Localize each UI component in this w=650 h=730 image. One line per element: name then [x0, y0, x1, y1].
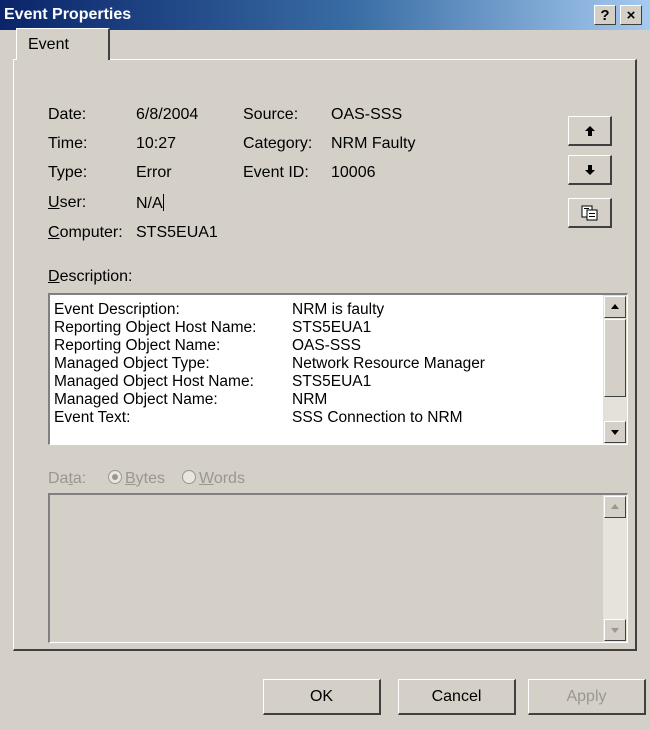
time-label: Time: [48, 135, 88, 152]
computer-label-accel: C [48, 224, 60, 241]
description-row: Managed Object Host Name: STS5EUA1 [54, 373, 371, 391]
row-value: NRM is faulty [292, 301, 385, 318]
user-label-rest: ser: [59, 194, 87, 211]
type-label: Type: [48, 164, 88, 181]
tab-event[interactable]: Event [16, 28, 110, 60]
ok-button[interactable]: OK [263, 679, 381, 715]
scroll-down-arrow-icon [611, 430, 619, 435]
user-value-text: N/A [136, 195, 163, 212]
category-label: Category: [243, 135, 313, 152]
scroll-up-arrow-icon [611, 504, 619, 509]
data-scrollbar[interactable] [603, 495, 627, 642]
computer-label-rest: omputer: [59, 224, 123, 241]
cancel-button[interactable]: Cancel [398, 679, 516, 715]
text-cursor [162, 194, 164, 211]
description-label: Description: [48, 268, 132, 286]
row-key: Reporting Object Host Name: [54, 319, 257, 336]
bytes-radio[interactable]: Bytes [108, 470, 165, 488]
user-label-accel: U [48, 194, 60, 211]
row-key: Managed Object Host Name: [54, 373, 254, 390]
description-scrollbar[interactable] [603, 295, 627, 444]
apply-button[interactable]: Apply [528, 679, 646, 715]
computer-label: Computer: [48, 224, 123, 242]
row-key: Event Text: [54, 409, 131, 426]
next-event-button[interactable] [568, 155, 612, 185]
data-label: Data: [48, 470, 86, 488]
description-textbox[interactable]: Event Description: NRM is faulty Reportin… [48, 293, 628, 445]
window-title: Event Properties [4, 6, 132, 23]
category-value: NRM Faulty [331, 135, 416, 152]
description-label-rest: escription: [59, 268, 133, 285]
help-button[interactable]: ? [594, 5, 616, 25]
row-value: Network Resource Manager [292, 355, 485, 372]
source-value: OAS-SSS [331, 106, 403, 123]
event-properties-dialog: Event Properties ? × Event Date: 6/8/200… [0, 0, 650, 730]
tab-event-label: Event [28, 36, 69, 53]
bytes-accel: B [125, 470, 136, 487]
type-value: Error [136, 164, 172, 181]
description-row: Managed Object Name: NRM [54, 391, 327, 409]
time-value: 10:27 [136, 135, 177, 152]
computer-value: STS5EUA1 [136, 224, 218, 241]
data-scroll-up-button[interactable] [604, 496, 626, 518]
row-value: SSS Connection to NRM [292, 409, 463, 426]
description-row: Event Text: SSS Connection to NRM [54, 409, 463, 427]
description-row: Reporting Object Host Name: STS5EUA1 [54, 319, 371, 337]
bytes-radio-indicator [108, 470, 122, 484]
user-label: User: [48, 194, 86, 212]
description-row: Reporting Object Name: OAS-SSS [54, 337, 361, 355]
words-rest: ords [213, 470, 245, 487]
scroll-up-arrow-icon [611, 304, 619, 309]
row-key: Reporting Object Name: [54, 337, 221, 354]
description-row: Event Description: NRM is faulty [54, 301, 384, 319]
row-value: STS5EUA1 [292, 319, 372, 336]
copy-button[interactable] [568, 198, 612, 228]
date-label: Date: [48, 106, 87, 123]
words-radio[interactable]: Words [182, 470, 245, 488]
title-bar[interactable]: Event Properties ? × [0, 0, 650, 30]
words-accel: W [199, 470, 214, 487]
close-button[interactable]: × [620, 5, 642, 25]
scroll-up-button[interactable] [604, 296, 626, 318]
scroll-down-arrow-icon [611, 628, 619, 633]
arrow-down-icon [584, 164, 595, 175]
scroll-thumb[interactable] [604, 319, 626, 397]
eventid-label: Event ID: [243, 164, 309, 181]
row-key: Managed Object Name: [54, 391, 218, 408]
scroll-down-button[interactable] [604, 421, 626, 443]
row-value: OAS-SSS [292, 337, 361, 354]
date-value: 6/8/2004 [136, 106, 199, 123]
previous-event-button[interactable] [568, 116, 612, 146]
data-textbox[interactable] [48, 493, 628, 643]
row-key: Event Description: [54, 301, 180, 318]
data-scroll-down-button[interactable] [604, 619, 626, 641]
arrow-up-icon [584, 125, 595, 136]
copy-icon [581, 205, 597, 220]
data-label-pre: Da [48, 470, 69, 487]
data-label-post: a: [72, 470, 87, 487]
source-label: Source: [243, 106, 299, 123]
words-radio-indicator [182, 470, 196, 484]
row-value: NRM [292, 391, 328, 408]
user-value[interactable]: N/A [136, 194, 164, 213]
row-value: STS5EUA1 [292, 373, 372, 390]
description-row: Managed Object Type: Network Resource Man… [54, 355, 485, 373]
row-key: Managed Object Type: [54, 355, 210, 372]
bytes-rest: ytes [135, 470, 166, 487]
description-label-accel: D [48, 268, 60, 285]
eventid-value: 10006 [331, 164, 376, 181]
